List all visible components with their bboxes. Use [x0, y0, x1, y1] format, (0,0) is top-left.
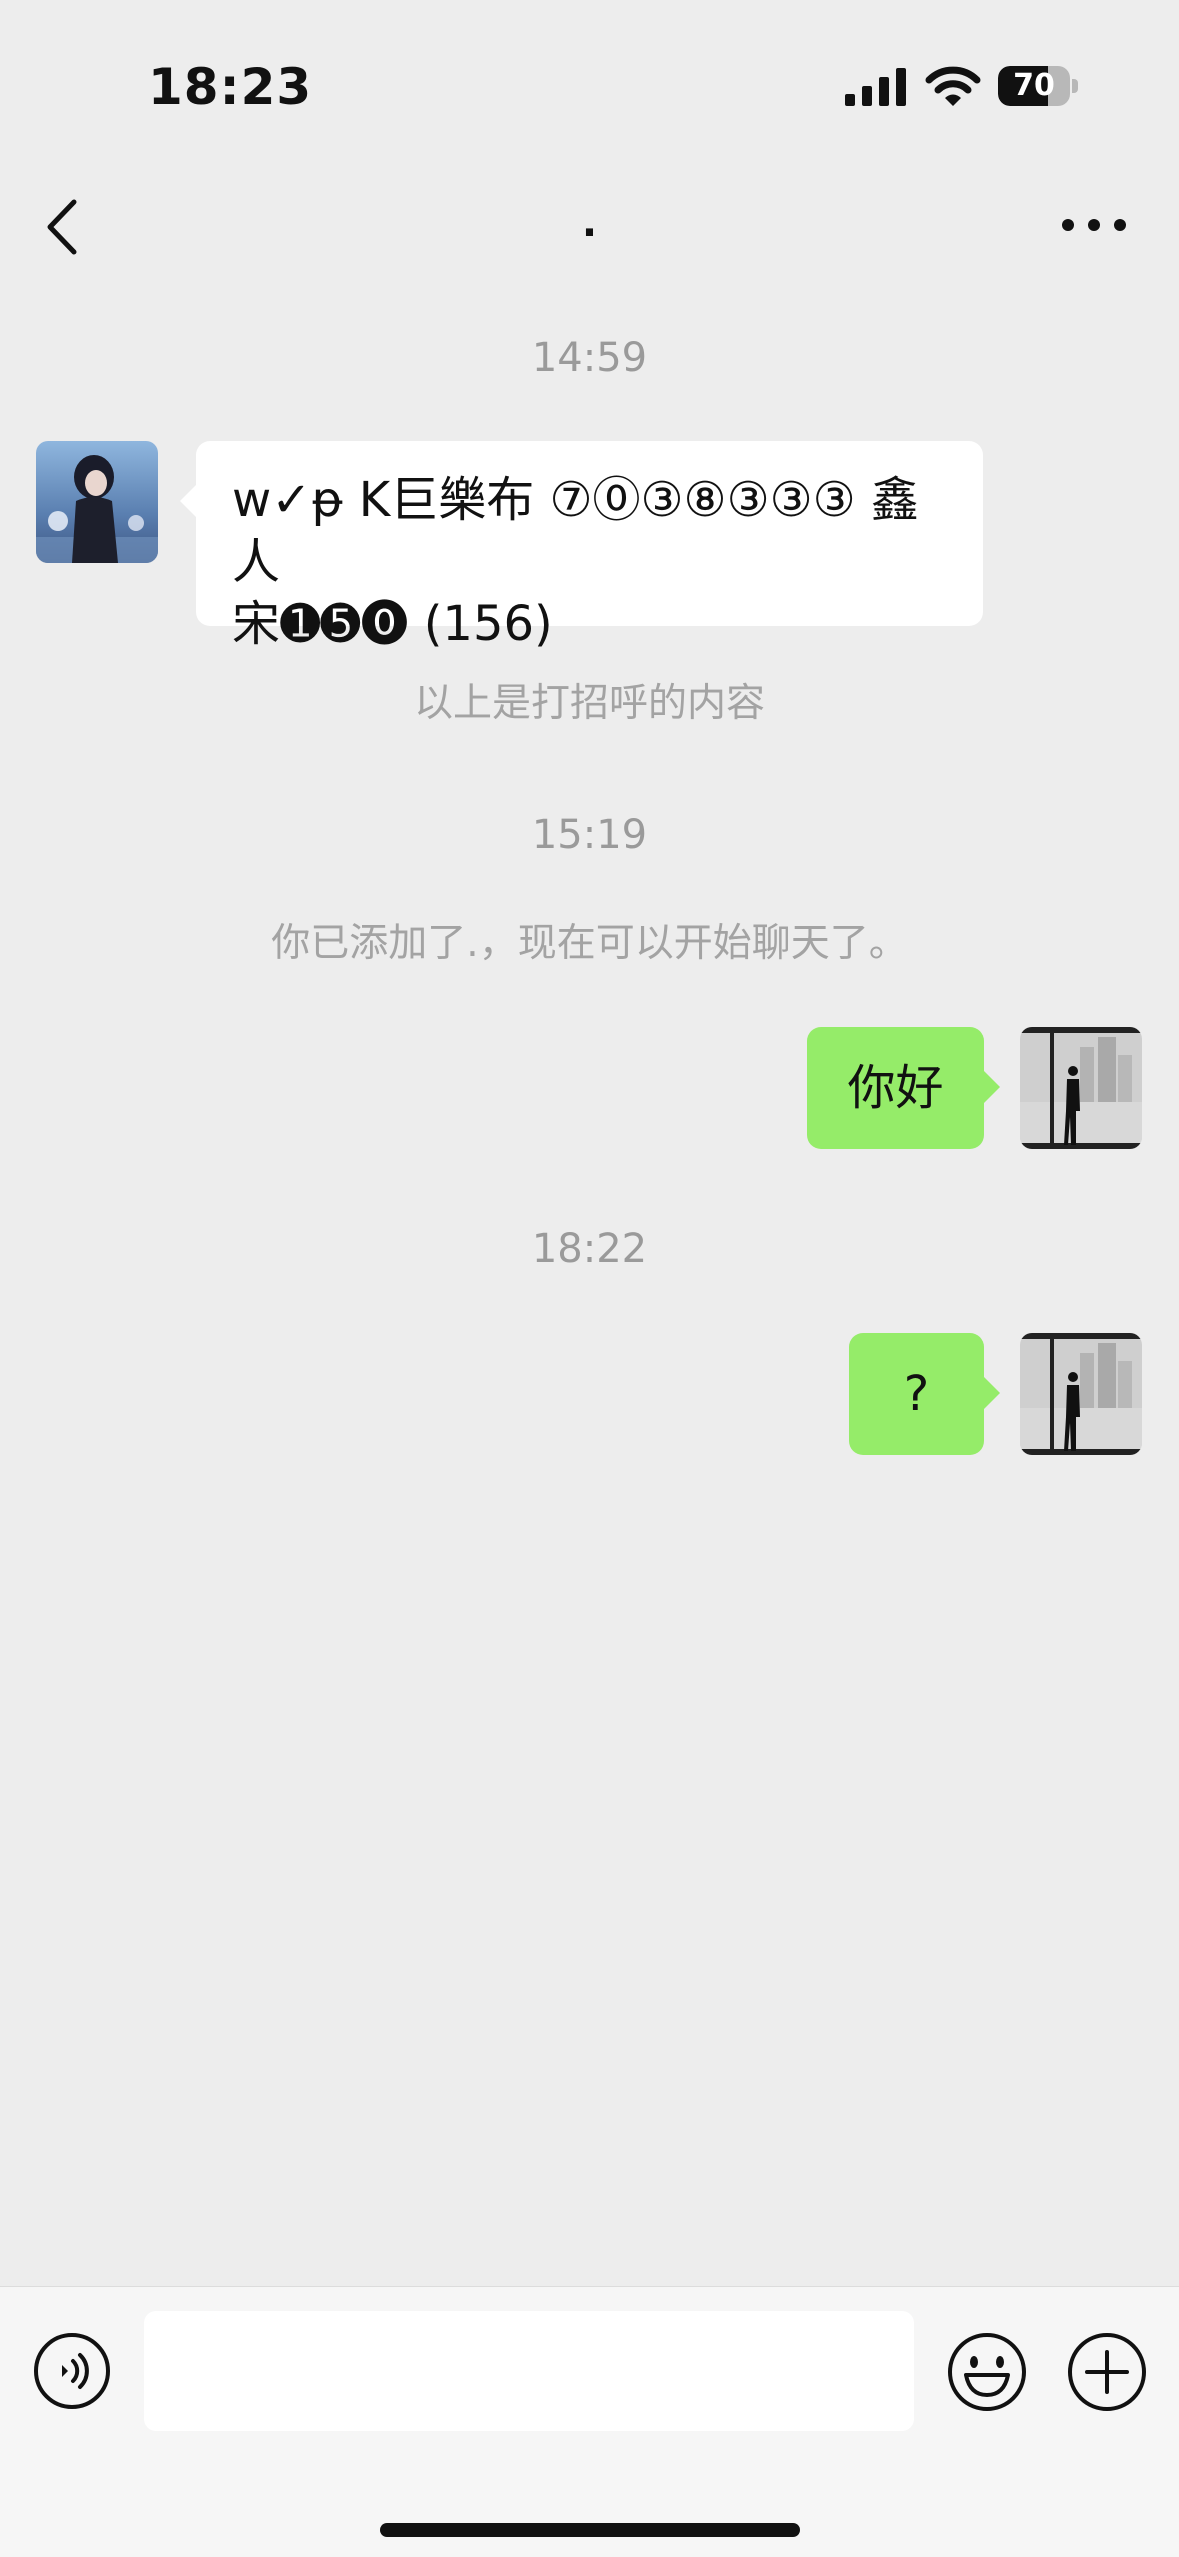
status-time: 18:23 [148, 58, 313, 116]
timestamp: 18:22 [531, 1226, 648, 1272]
greeting-note: 以上是打招呼的内容 [413, 681, 765, 726]
friend-added-note: 你已添加了.，现在可以开始聊天了。 [271, 921, 908, 966]
my-avatar[interactable] [1020, 1333, 1142, 1455]
incoming-message-line-2: 宋➊➎⓿ (156) [232, 596, 553, 652]
voice-icon[interactable] [32, 2331, 112, 2411]
timestamp: 14:59 [531, 335, 648, 381]
more-dots-icon[interactable] [1060, 206, 1128, 244]
message-input[interactable] [144, 2311, 914, 2431]
home-indicator[interactable] [380, 2523, 800, 2537]
plus-icon[interactable] [1066, 2331, 1148, 2413]
battery-level: 70 [1013, 68, 1055, 103]
outgoing-message[interactable]: 你好 [807, 1027, 1000, 1149]
emoji-icon[interactable] [946, 2331, 1028, 2413]
outgoing-message[interactable]: ? [849, 1333, 1000, 1455]
my-avatar[interactable] [1020, 1027, 1142, 1149]
contact-avatar[interactable] [36, 441, 158, 563]
input-bar [0, 2286, 1179, 2557]
battery-indicator: 70 [998, 66, 1078, 106]
chat-title: . [581, 200, 598, 246]
timestamp: 15:19 [531, 812, 648, 858]
wifi-icon [925, 66, 981, 106]
incoming-message[interactable]: w✓ᵽ K巨樂布 ⑦⓪③⑧③③③ 鑫人 宋➊➎⓿ (156) [180, 441, 983, 652]
cellular-signal-icon [845, 68, 906, 106]
incoming-message-line-1: w✓ᵽ K巨樂布 ⑦⓪③⑧③③③ 鑫人 [232, 472, 919, 590]
